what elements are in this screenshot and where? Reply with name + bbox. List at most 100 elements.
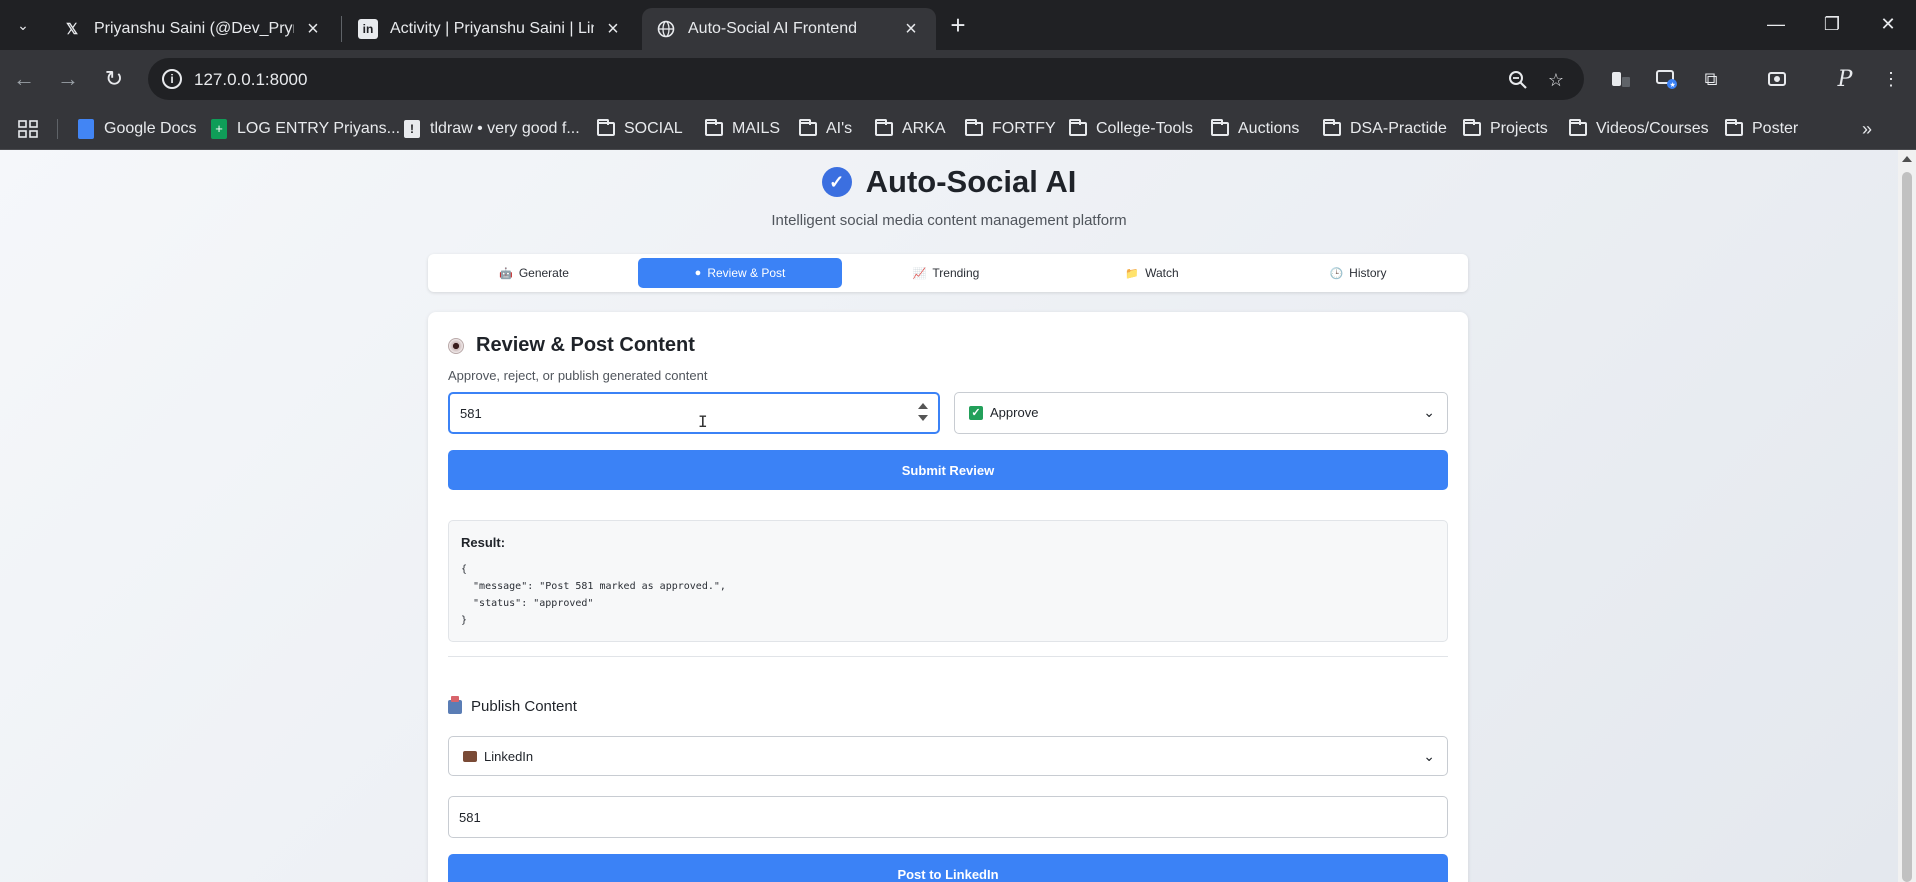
action-select[interactable]: ✓ Approve ⌄ <box>954 392 1448 434</box>
tldraw-icon: ! <box>402 120 422 138</box>
folder-icon <box>1724 119 1744 138</box>
text-cursor-icon: I <box>698 412 708 431</box>
back-icon[interactable]: ← <box>10 65 38 93</box>
folder-icon <box>1068 119 1088 138</box>
tab-label: Watch <box>1145 266 1179 280</box>
bookmark-log-entry[interactable]: + LOG ENTRY Priyans... <box>209 116 400 142</box>
extensions-puzzle-icon[interactable]: ⧉ <box>1696 65 1726 93</box>
publish-title: Publish Content <box>448 695 577 715</box>
main-tabs: 🤖 Generate ● Review & Post 📈 Trending 📁 … <box>428 254 1468 292</box>
publish-post-id-value[interactable]: 581 <box>459 810 481 825</box>
folder-icon <box>964 119 984 138</box>
bookmark-label: FORTFY <box>992 120 1056 137</box>
browser-tab-title: Auto-Social AI Frontend <box>688 20 857 37</box>
clock-icon: 🕒 <box>1329 267 1344 280</box>
globe-icon <box>656 19 676 39</box>
new-tab-icon[interactable]: + <box>945 10 971 40</box>
linkedin-icon: in <box>358 19 378 39</box>
browser-tab-title: Priyanshu Saini (@Dev_Prynshu <box>94 20 294 37</box>
tab-generate[interactable]: 🤖 Generate <box>432 258 636 288</box>
scrollbar-thumb[interactable] <box>1902 172 1912 882</box>
bookmark-folder-ais[interactable]: AI's <box>798 116 852 142</box>
bookmark-folder-auctions[interactable]: Auctions <box>1210 116 1299 142</box>
section-subtitle: Approve, reject, or publish generated co… <box>448 368 708 383</box>
app-title: Auto-Social AI <box>865 164 1077 199</box>
page-viewport: ✓ Auto-Social AI Intelligent social medi… <box>0 150 1916 882</box>
forward-icon[interactable]: → <box>54 65 82 93</box>
bookmark-tldraw[interactable]: ! tldraw • very good f... <box>402 116 580 142</box>
platform-select[interactable]: LinkedIn ⌄ <box>448 736 1448 776</box>
bookmark-folder-fortfy[interactable]: FORTFY <box>964 116 1056 142</box>
tab-watch[interactable]: 📁 Watch <box>1050 258 1254 288</box>
menu-kebab-icon[interactable]: ⋮ <box>1876 65 1906 93</box>
apps-grid-icon[interactable] <box>18 116 38 142</box>
app-header: ✓ Auto-Social AI Intelligent social medi… <box>0 164 1898 229</box>
scroll-up-icon[interactable] <box>1902 156 1912 162</box>
action-selected-value: Approve <box>990 405 1039 420</box>
bookmark-folder-poster[interactable]: Poster <box>1724 116 1798 142</box>
briefcase-icon <box>463 751 477 762</box>
bookmark-folder-social[interactable]: SOCIAL <box>596 116 683 142</box>
bookmark-label: Google Docs <box>104 120 197 137</box>
reload-icon[interactable]: ↻ <box>100 65 128 93</box>
bookmark-star-icon[interactable]: ☆ <box>1544 68 1568 92</box>
section-title: Review & Post Content <box>448 334 695 357</box>
post-to-linkedin-button[interactable]: Post to LinkedIn <box>448 854 1448 882</box>
folder-icon <box>874 119 894 138</box>
close-tab-icon[interactable]: × <box>900 18 922 40</box>
publish-post-id-input[interactable]: 581 <box>448 796 1448 838</box>
browser-tab-x[interactable]: 𝕏 Priyanshu Saini (@Dev_Prynshu × <box>48 8 338 50</box>
platform-selected-value: LinkedIn <box>484 749 534 764</box>
browser-tab-auto-social[interactable]: Auto-Social AI Frontend × <box>642 8 936 50</box>
bookmark-folder-videos-courses[interactable]: Videos/Courses <box>1568 116 1709 142</box>
tab-trending[interactable]: 📈 Trending <box>844 258 1048 288</box>
address-url[interactable]: 127.0.0.1:8000 <box>194 70 307 90</box>
review-post-card: Review & Post Content Approve, reject, o… <box>428 312 1468 882</box>
restore-icon[interactable]: ❐ <box>1804 8 1860 40</box>
outbox-tray-icon <box>448 695 462 714</box>
extension-icon[interactable] <box>1606 65 1636 93</box>
number-spinner[interactable] <box>918 401 928 425</box>
tab-history[interactable]: 🕒 History <box>1256 258 1460 288</box>
bookmark-google-docs[interactable]: Google Docs <box>76 116 197 142</box>
eye-icon: ● <box>694 267 702 279</box>
google-sheets-icon: + <box>209 119 229 139</box>
tab-label: History <box>1349 266 1387 280</box>
screenshot-icon[interactable] <box>1762 65 1792 93</box>
site-info-icon[interactable]: i <box>162 69 182 89</box>
address-bar[interactable]: i 127.0.0.1:8000 ☆ <box>148 58 1584 100</box>
folder-icon: 📁 <box>1125 267 1140 280</box>
chart-icon: 📈 <box>912 267 927 280</box>
close-window-icon[interactable]: ✕ <box>1860 8 1916 40</box>
folder-icon <box>1322 119 1342 138</box>
tab-label: Generate <box>518 266 569 280</box>
result-json: { "message": "Post 581 marked as approve… <box>461 564 726 626</box>
tab-cast-icon[interactable]: ★ <box>1652 65 1682 93</box>
close-tab-icon[interactable]: × <box>602 18 624 40</box>
tab-search-icon[interactable]: ⌄ <box>10 12 36 38</box>
bookmark-label: ARKA <box>902 120 946 137</box>
browser-tab-linkedin[interactable]: in Activity | Priyanshu Saini | Linke × <box>344 8 638 50</box>
post-id-value[interactable]: 581 <box>460 406 482 421</box>
bookmark-label: Auctions <box>1238 120 1300 137</box>
folder-icon <box>704 119 724 138</box>
bookmark-folder-arka[interactable]: ARKA <box>874 116 946 142</box>
bookmark-folder-college-tools[interactable]: College-Tools <box>1068 116 1193 142</box>
post-id-input[interactable]: 581 I <box>448 392 940 434</box>
folder-icon <box>1462 119 1482 138</box>
bookmark-folder-projects[interactable]: Projects <box>1462 116 1548 142</box>
submit-review-button[interactable]: Submit Review <box>448 450 1448 490</box>
chevron-down-icon: ⌄ <box>1423 748 1435 764</box>
bookmark-label: MAILS <box>732 120 781 137</box>
bookmark-folder-mails[interactable]: MAILS <box>704 116 780 142</box>
minimize-icon[interactable]: — <box>1748 8 1804 40</box>
result-label: Result: <box>461 535 506 550</box>
close-tab-icon[interactable]: × <box>302 18 324 40</box>
profile-avatar-icon[interactable]: P <box>1830 65 1860 93</box>
more-bookmarks-icon[interactable]: » <box>1862 116 1872 142</box>
tab-review-post[interactable]: ● Review & Post <box>638 258 842 288</box>
zoom-icon[interactable] <box>1506 68 1530 92</box>
folder-icon <box>1210 119 1230 138</box>
bookmark-folder-dsa-practide[interactable]: DSA-Practide <box>1322 116 1447 142</box>
page-scrollbar[interactable] <box>1898 150 1916 882</box>
